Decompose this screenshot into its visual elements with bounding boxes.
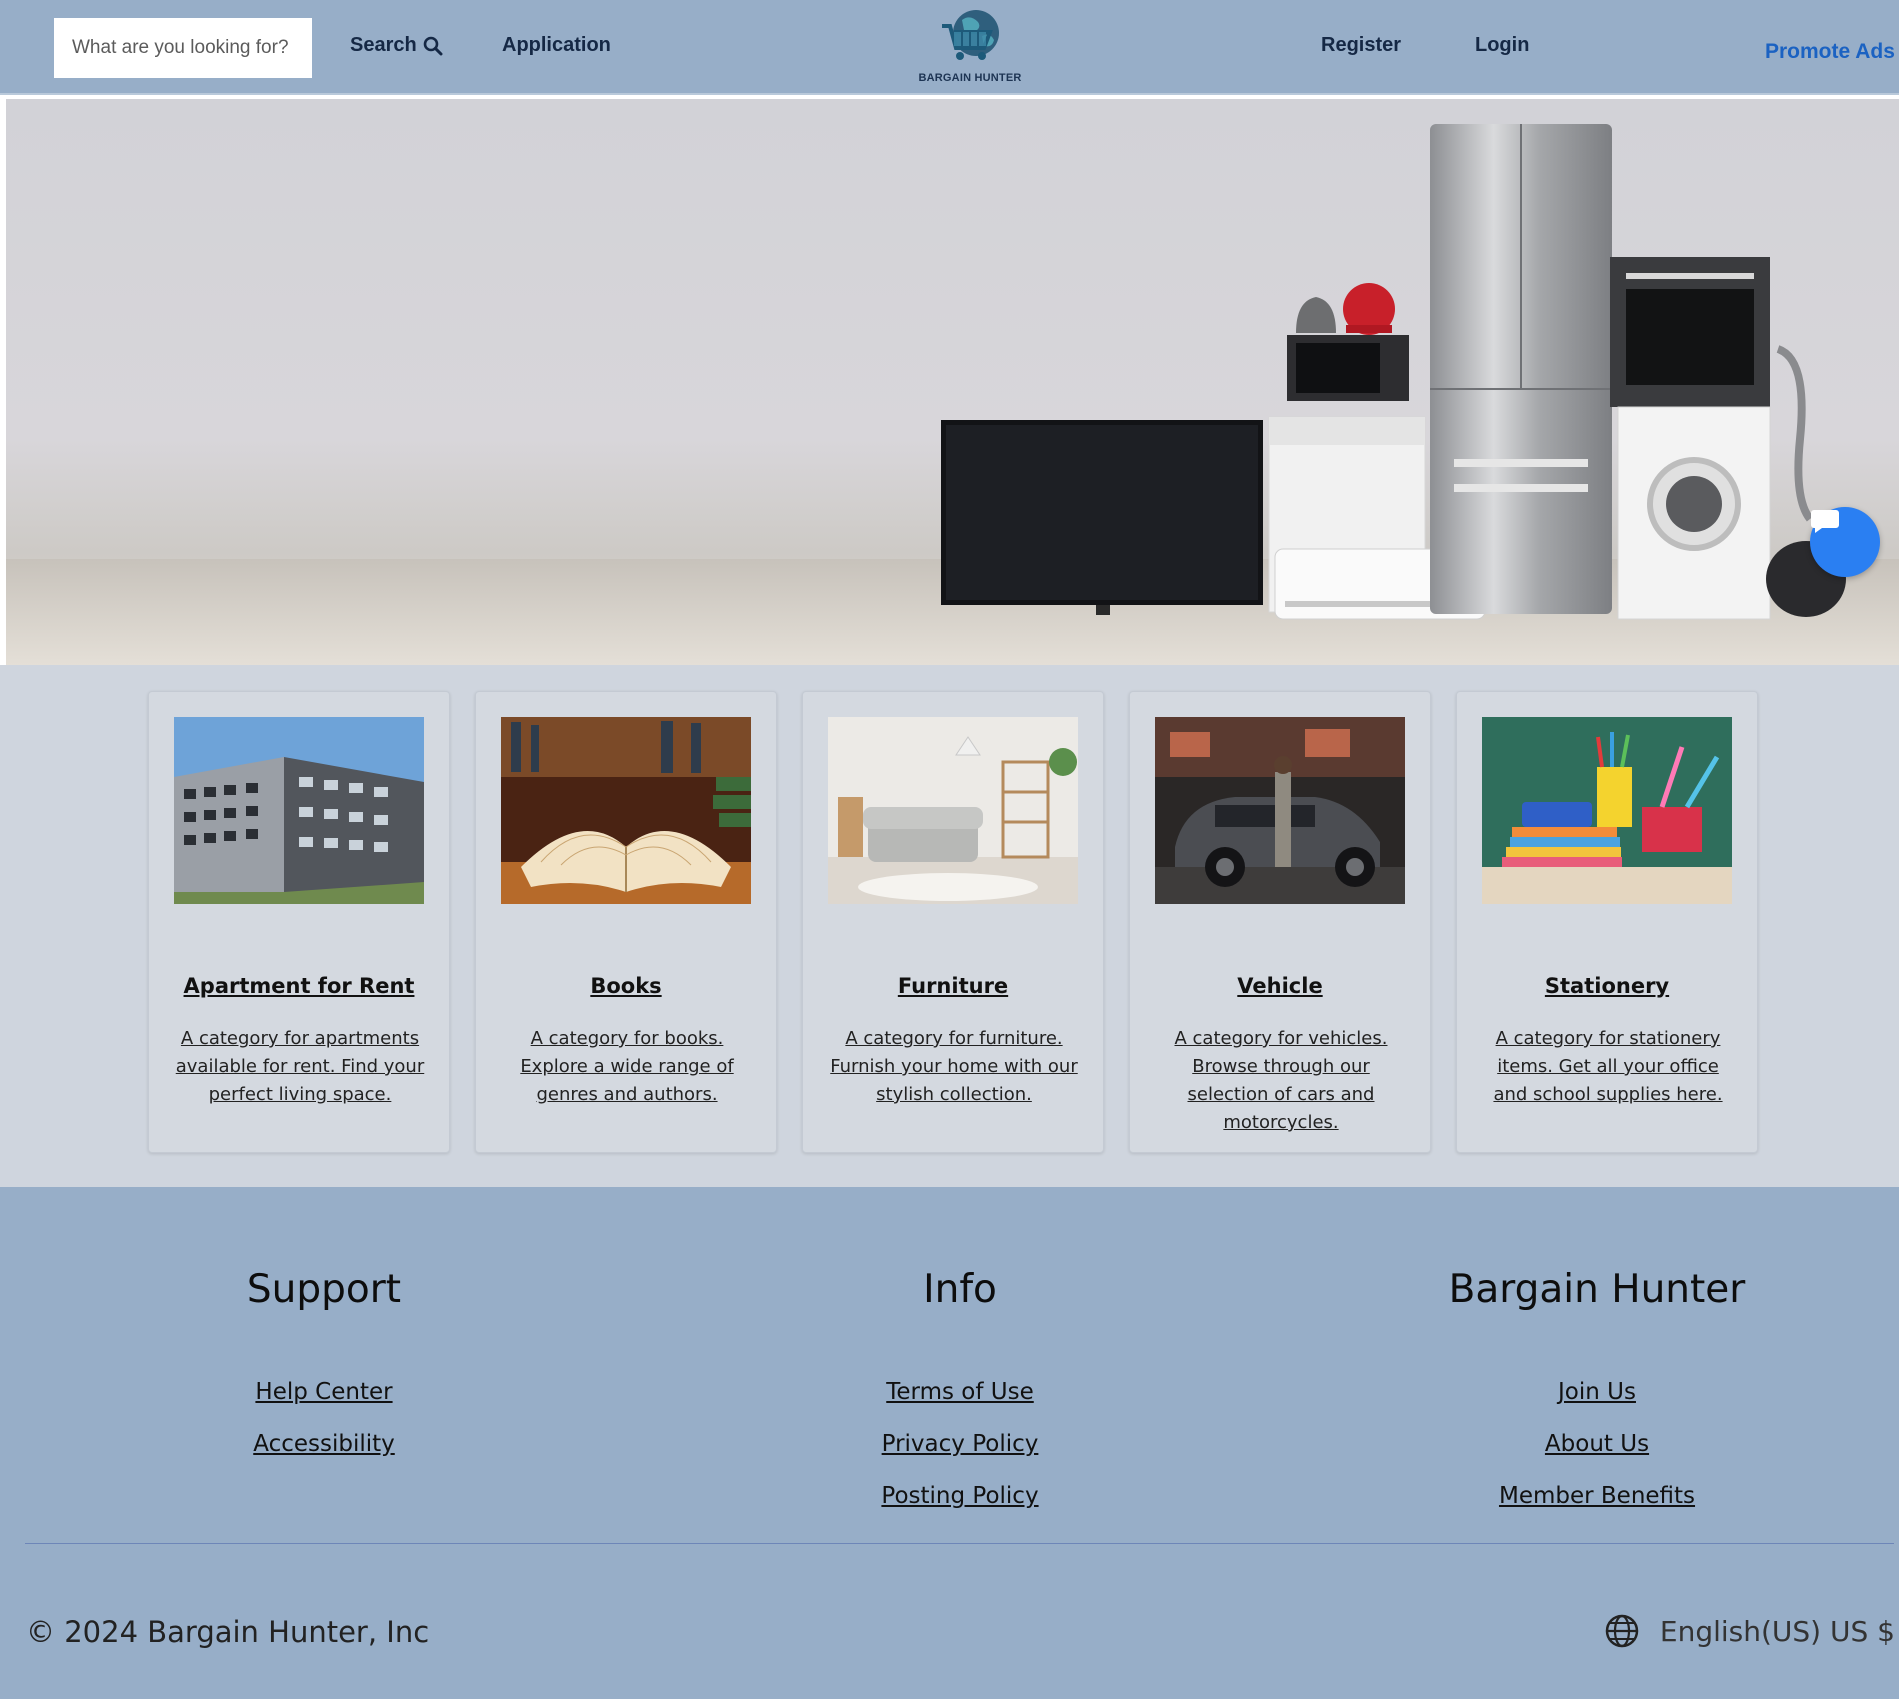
help-center-link[interactable]: Help Center	[74, 1379, 574, 1431]
category-title[interactable]: Furniture	[803, 974, 1103, 998]
chat-button[interactable]	[1810, 507, 1880, 577]
search-label: Search	[350, 34, 417, 56]
category-card-books[interactable]: Books A category for books. Explore a wi…	[475, 691, 777, 1153]
promote-ads-link[interactable]: Promote Ads	[1765, 40, 1895, 64]
category-card-furniture[interactable]: Furniture A category for furniture. Furn…	[802, 691, 1104, 1153]
category-title[interactable]: Stationery	[1457, 974, 1757, 998]
category-card-stationery[interactable]: Stationery A category for stationery ite…	[1456, 691, 1758, 1153]
footer-info-column: Info Terms of Use Privacy Policy Posting…	[710, 1267, 1210, 1535]
category-description[interactable]: A category for books. Explore a wide ran…	[498, 1025, 756, 1109]
category-description[interactable]: A category for apartments available for …	[171, 1025, 429, 1109]
search-input[interactable]	[54, 18, 312, 78]
category-description[interactable]: A category for vehicles. Browse through …	[1152, 1025, 1410, 1137]
books-image	[501, 717, 751, 904]
join-us-link[interactable]: Join Us	[1347, 1379, 1847, 1431]
copyright-text: © 2024 Bargain Hunter, Inc	[26, 1615, 430, 1649]
search-button[interactable]: Search	[350, 34, 443, 57]
locale-selector[interactable]: English(US) US $	[1604, 1613, 1895, 1649]
category-card-apartment[interactable]: Apartment for Rent A category for apartm…	[148, 691, 450, 1153]
privacy-policy-link[interactable]: Privacy Policy	[710, 1431, 1210, 1483]
posting-policy-link[interactable]: Posting Policy	[710, 1483, 1210, 1535]
member-benefits-link[interactable]: Member Benefits	[1347, 1483, 1847, 1535]
footer: Support Help Center Accessibility Info T…	[0, 1187, 1899, 1699]
nav-register[interactable]: Register	[1321, 34, 1401, 57]
category-title[interactable]: Apartment for Rent	[149, 974, 449, 998]
logo[interactable]: BARGAIN HUNTER	[912, 6, 1028, 88]
header: Search Application BARGAIN HUNTER Regist…	[0, 0, 1899, 95]
logo-cart-icon	[942, 10, 999, 60]
locale-label: English(US) US $	[1659, 1614, 1895, 1648]
about-us-link[interactable]: About Us	[1347, 1431, 1847, 1483]
footer-bargain-hunter-heading: Bargain Hunter	[1448, 1267, 1746, 1312]
nav-application[interactable]: Application	[502, 34, 611, 57]
accessibility-link[interactable]: Accessibility	[74, 1431, 574, 1483]
category-title[interactable]: Vehicle	[1130, 974, 1430, 998]
footer-divider	[25, 1543, 1894, 1544]
footer-support-heading: Support	[246, 1267, 402, 1312]
nav-login[interactable]: Login	[1475, 34, 1529, 57]
terms-of-use-link[interactable]: Terms of Use	[710, 1379, 1210, 1431]
furniture-image	[828, 717, 1078, 904]
globe-icon	[1605, 1614, 1639, 1648]
vehicle-image	[1155, 717, 1405, 904]
category-card-vehicle[interactable]: Vehicle A category for vehicles. Browse …	[1129, 691, 1431, 1153]
stationery-image	[1482, 717, 1732, 904]
search-icon	[423, 36, 443, 55]
footer-bargain-hunter-column: Bargain Hunter Join Us About Us Member B…	[1347, 1267, 1847, 1535]
category-section: Apartment for Rent A category for apartm…	[0, 665, 1899, 1187]
category-title[interactable]: Books	[476, 974, 776, 998]
chat-icon	[1811, 510, 1839, 533]
footer-info-heading: Info	[923, 1267, 997, 1312]
hero-banner	[6, 99, 1899, 665]
category-description[interactable]: A category for furniture. Furnish your h…	[825, 1025, 1083, 1109]
category-description[interactable]: A category for stationery items. Get all…	[1479, 1025, 1737, 1109]
logo-text: BARGAIN HUNTER	[918, 72, 1022, 84]
hero-appliances-image	[6, 124, 1899, 665]
footer-support-column: Support Help Center Accessibility	[74, 1267, 574, 1483]
apartment-image	[174, 717, 424, 904]
